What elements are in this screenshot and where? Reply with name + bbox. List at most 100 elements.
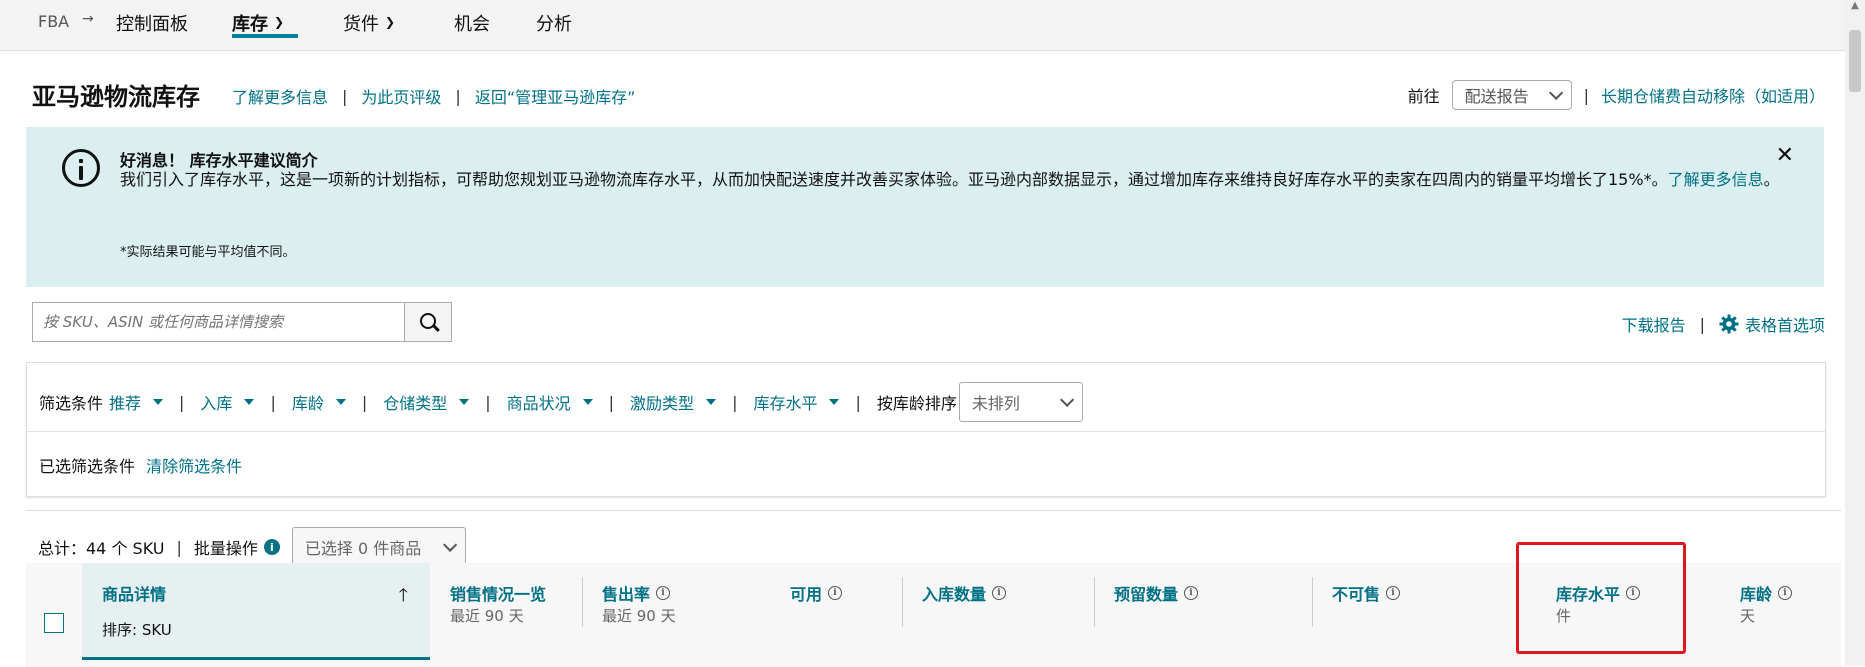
download-report-link[interactable]: 下载报告 — [1622, 312, 1686, 336]
nav-item-shipments[interactable]: 货件 ❯ — [343, 10, 395, 36]
alert-learn-more-link[interactable]: 了解更多信息 — [1668, 170, 1764, 189]
table-preferences-link[interactable]: 表格首选项 — [1719, 312, 1825, 336]
search-bar — [32, 302, 452, 342]
scroll-thumb[interactable] — [1849, 30, 1861, 92]
table-preferences-label: 表格首选项 — [1744, 316, 1825, 335]
column-header: 售出率 i — [602, 581, 671, 605]
nav-active-underline — [232, 34, 298, 38]
chevron-down-icon — [1548, 85, 1563, 100]
separator: | — [179, 392, 185, 412]
bulk-actions-label: 批量操作 — [193, 539, 258, 558]
column-product-details[interactable]: 商品详情 🡑 排序: SKU — [82, 563, 430, 660]
search-input[interactable] — [32, 302, 404, 342]
alert-body: 我们引入了库存水平，这是一项新的计划指标，可帮助您规划亚马逊物流库存水平，从而加… — [120, 169, 1800, 191]
goto-controls: 前往 配送报告 | 长期仓储费自动移除（如适用） — [1408, 80, 1825, 110]
column-reserved[interactable]: 预留数量 i — [1094, 563, 1284, 657]
filter-condition[interactable]: 商品状况 — [507, 390, 593, 414]
alert-footnote: *实际结果可能与平均值不同。 — [120, 245, 296, 260]
column-inventory-age[interactable]: 库龄 i 天 — [1720, 563, 1840, 657]
search-button[interactable] — [404, 302, 452, 342]
caret-down-icon — [706, 399, 717, 405]
column-header-label: 库龄 — [1740, 585, 1773, 604]
rate-page-link[interactable]: 为此页评级 — [361, 84, 441, 108]
column-sales-overview[interactable]: 销售情况一览 最近 90 天 — [430, 563, 560, 657]
column-sell-through[interactable]: 售出率 i 最近 90 天 — [582, 563, 742, 657]
separator: | — [342, 86, 348, 106]
filter-item-label: 仓储类型 — [383, 394, 448, 413]
column-available[interactable]: 可用 i — [770, 563, 900, 657]
chevron-down-icon — [1059, 392, 1075, 407]
column-header-label: 预留数量 — [1114, 585, 1179, 604]
alert-body-text: 我们引入了库存水平，这是一项新的计划指标，可帮助您规划亚马逊物流库存水平，从而加… — [120, 170, 1668, 189]
info-icon[interactable]: i — [828, 586, 843, 600]
filter-inventory-level[interactable]: 库存水平 — [753, 390, 840, 414]
info-icon[interactable]: i — [656, 586, 671, 600]
back-to-manage-inventory-link[interactable]: 返回“管理亚马逊库存” — [475, 84, 636, 108]
bulk-actions: 批量操作 i — [194, 535, 280, 559]
info-icon[interactable]: i — [1386, 586, 1401, 600]
learn-more-link[interactable]: 了解更多信息 — [232, 84, 328, 108]
caret-down-icon — [829, 399, 840, 405]
info-icon[interactable]: i — [992, 586, 1007, 600]
column-header-label: 不可售 — [1332, 585, 1381, 604]
vertical-scrollbar[interactable]: ▲ — [1845, 0, 1865, 666]
filter-item-label: 库存水平 — [753, 394, 818, 413]
selected-filters-label: 已选筛选条件 — [39, 457, 136, 476]
column-header: 可用 i — [790, 581, 843, 605]
nav-item-analytics[interactable]: 分析 — [536, 10, 572, 36]
info-icon[interactable]: i — [1778, 586, 1793, 600]
column-header: 预留数量 i — [1114, 581, 1199, 605]
highlight-box — [1516, 542, 1686, 654]
filter-item-label: 库龄 — [291, 394, 324, 413]
select-all-checkbox[interactable] — [44, 613, 64, 633]
divider — [27, 431, 1825, 432]
sort-ascending-icon[interactable]: 🡑 — [399, 583, 408, 613]
long-term-storage-removal-link[interactable]: 长期仓储费自动移除（如适用） — [1601, 83, 1825, 107]
filter-label: 筛选条件 — [39, 394, 104, 413]
nav-item-inventory[interactable]: 库存 ❯ — [232, 10, 284, 36]
info-icon[interactable]: i — [263, 539, 280, 555]
page-title: 亚马逊物流库存 — [32, 83, 200, 111]
column-subheader: 最近 90 天 — [450, 607, 524, 625]
column-header-label: 可用 — [790, 585, 823, 604]
nav-item-label: 库存 — [232, 14, 268, 35]
caret-down-icon — [335, 399, 346, 405]
separator: | — [485, 392, 491, 412]
bulk-select-value: 已选择 0 件商品 — [304, 539, 422, 558]
close-icon[interactable]: ✕ — [1776, 143, 1794, 168]
caret-down-icon — [459, 399, 470, 405]
caret-down-icon — [153, 399, 164, 405]
sku-total: 总计：44 个 SKU — [38, 539, 165, 558]
separator: | — [361, 392, 368, 412]
sort-by-age-label: 按库龄排序 — [876, 394, 957, 413]
goto-select-value: 配送报告 — [1464, 87, 1529, 106]
info-icon[interactable]: i — [1184, 586, 1199, 600]
nav-root-fba[interactable]: FBA — [38, 12, 69, 31]
filter-item-label: 推荐 — [109, 394, 142, 413]
separator: | — [855, 392, 861, 412]
gear-icon — [1719, 314, 1739, 334]
alert-body-end: 。 — [1763, 170, 1780, 189]
nav-item-dashboard[interactable]: 控制面板 — [116, 10, 188, 36]
column-sort-label: 排序: SKU — [102, 621, 172, 639]
nav-root-label: FBA — [38, 12, 70, 31]
column-subheader: 最近 90 天 — [602, 607, 676, 625]
column-header: 入库数量 i — [922, 581, 1007, 605]
column-inbound[interactable]: 入库数量 i — [902, 563, 1092, 657]
nav-item-opportunities[interactable]: 机会 — [454, 10, 490, 36]
bulk-action-select[interactable]: 已选择 0 件商品 — [291, 527, 467, 567]
filter-storage-type[interactable]: 仓储类型 — [383, 390, 470, 414]
filter-item-label: 入库 — [200, 394, 233, 413]
filter-age[interactable]: 库龄 — [292, 390, 346, 414]
caret-down-icon — [582, 399, 593, 405]
filter-incentive-type[interactable]: 激励类型 — [630, 390, 717, 414]
filter-recommended[interactable]: 推荐 — [109, 390, 164, 414]
scroll-up-icon[interactable]: ▲ — [1849, 0, 1861, 12]
filter-inbound[interactable]: 入库 — [200, 390, 255, 414]
column-unfulfillable[interactable]: 不可售 i — [1312, 563, 1512, 657]
goto-report-select[interactable]: 配送报告 — [1451, 80, 1572, 110]
clear-filters-link[interactable]: 清除筛选条件 — [146, 457, 242, 476]
chevron-down-icon: ❯ — [385, 15, 396, 29]
sort-by-age-select[interactable]: 未排列 — [958, 382, 1083, 422]
top-navigation: FBA → 控制面板 库存 ❯ 货件 ❯ 机会 分析 — [0, 0, 1845, 51]
